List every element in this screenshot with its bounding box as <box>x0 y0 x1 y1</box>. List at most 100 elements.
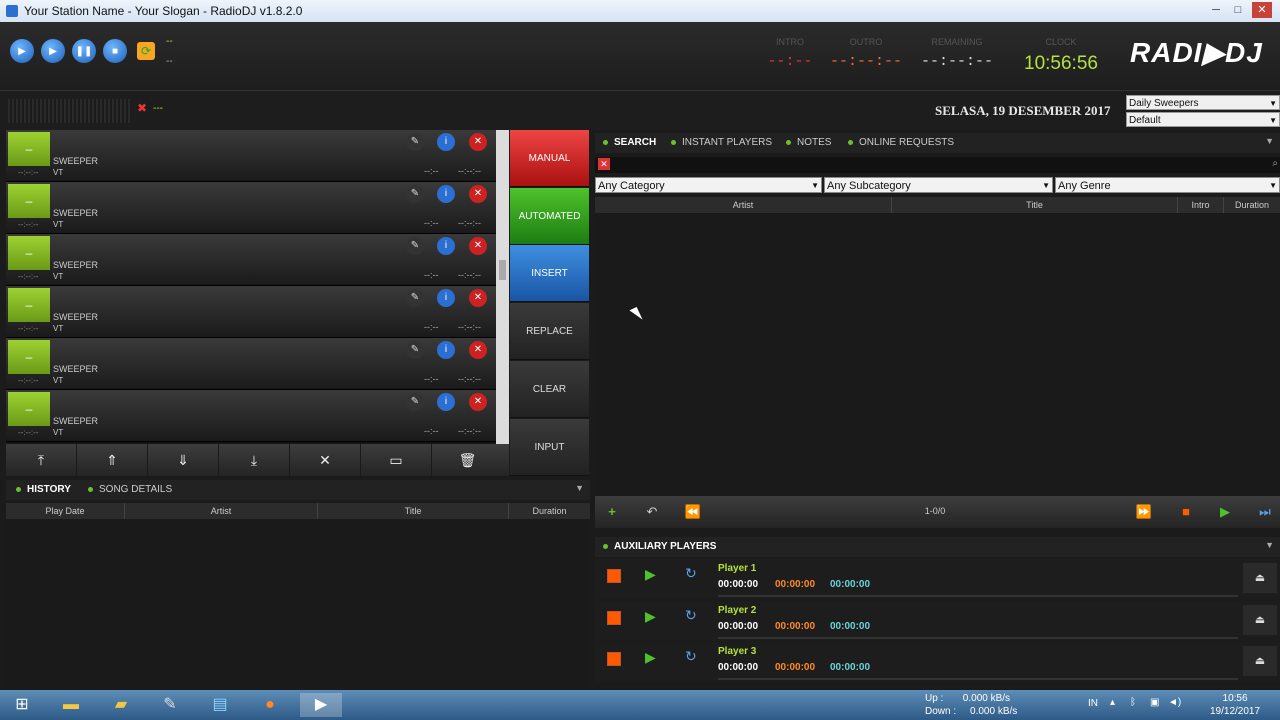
aux-play-button[interactable]: ▶ <box>645 566 656 583</box>
aux-play-button[interactable]: ▶ <box>645 608 656 625</box>
trash-icon[interactable]: 🗑 <box>432 444 503 476</box>
info-icon[interactable]: i <box>437 393 455 411</box>
stop-preview-icon[interactable]: ■ <box>1175 502 1197 522</box>
last-page-icon[interactable]: ⏭ <box>1254 502 1276 522</box>
col-duration[interactable]: Duration <box>1224 197 1280 213</box>
info-icon[interactable]: i <box>437 237 455 255</box>
close-icon[interactable]: ✖ <box>137 101 147 115</box>
category-select[interactable]: Any Category ▼ <box>595 177 822 193</box>
eject-icon[interactable]: ⏏ <box>1243 605 1277 635</box>
aux-loop-button[interactable]: ↻ <box>685 565 697 582</box>
aux-stop-button[interactable] <box>607 652 621 666</box>
manual-button[interactable]: MANUAL <box>510 130 589 187</box>
folder-icon[interactable]: ▭ <box>361 444 432 476</box>
add-icon[interactable]: + <box>601 502 623 522</box>
edit-icon[interactable]: ✎ <box>406 237 424 255</box>
close-window-button[interactable]: ✕ <box>1252 2 1272 18</box>
aux-play-button[interactable]: ▶ <box>645 649 656 666</box>
network-icon[interactable]: ▣ <box>1150 697 1159 708</box>
clear-search-icon[interactable]: ✕ <box>598 158 610 170</box>
aux-loop-button[interactable]: ↻ <box>685 607 697 624</box>
subcategory-select[interactable]: Any Subcategory ▼ <box>824 177 1053 193</box>
play-preview-icon[interactable]: ▶ <box>1214 502 1236 522</box>
tab-instant-players[interactable]: INSTANT PLAYERS <box>671 133 772 153</box>
aux-progress-bar[interactable] <box>718 678 1238 680</box>
playlist-item[interactable]: – --:--:-- SWEEPER VT ✎ i ✕ --:-- --:--:-- <box>6 182 496 234</box>
tab-history[interactable]: HISTORY <box>16 480 71 500</box>
tab-song-details[interactable]: SONG DETAILS <box>88 480 172 500</box>
remove-icon[interactable]: ✕ <box>469 393 487 411</box>
playlist-scrollbar[interactable] <box>496 130 509 444</box>
info-icon[interactable]: i <box>437 185 455 203</box>
shuffle-icon[interactable]: ✕ <box>290 444 361 476</box>
pause-button[interactable]: ❚❚ <box>72 39 96 63</box>
aux-progress-bar[interactable] <box>718 637 1238 639</box>
chevron-down-icon[interactable]: ▼ <box>1265 136 1274 146</box>
document-icon[interactable]: ▤ <box>202 693 238 717</box>
playlist-item[interactable]: – --:--:-- SWEEPER VT ✎ i ✕ --:-- --:--:-- <box>6 234 496 286</box>
move-bottom-icon[interactable]: ⤓ <box>219 444 290 476</box>
aux-loop-button[interactable]: ↻ <box>685 648 697 665</box>
aux-stop-button[interactable] <box>607 569 621 583</box>
remove-icon[interactable]: ✕ <box>469 289 487 307</box>
move-top-icon[interactable]: ⤒ <box>6 444 77 476</box>
stop-button[interactable]: ■ <box>103 39 127 63</box>
info-icon[interactable]: i <box>437 341 455 359</box>
play-button[interactable]: ▶ <box>10 39 34 63</box>
minimize-button[interactable]: ─ <box>1206 2 1226 18</box>
insert-button[interactable]: INSERT <box>510 245 589 302</box>
file-explorer-icon[interactable]: ▬ <box>53 693 89 717</box>
edit-icon[interactable]: ✎ <box>406 341 424 359</box>
move-up-icon[interactable]: ⇑ <box>77 444 148 476</box>
language-indicator[interactable]: IN <box>1088 698 1098 709</box>
playlist-item[interactable]: – --:--:-- SWEEPER VT ✎ i ✕ --:-- --:--:-- <box>6 286 496 338</box>
bluetooth-icon[interactable]: ᛒ <box>1130 697 1136 708</box>
col-title[interactable]: Title <box>318 503 509 519</box>
aux-progress-bar[interactable] <box>718 595 1238 597</box>
sweepers-select[interactable]: Daily Sweepers ▼ <box>1126 95 1280 110</box>
chevron-down-icon[interactable]: ▼ <box>1265 540 1274 550</box>
start-button-icon[interactable]: ⊞ <box>4 693 40 717</box>
eject-icon[interactable]: ⏏ <box>1243 646 1277 676</box>
system-clock[interactable]: 10:56 19/12/2017 <box>1210 692 1260 718</box>
firefox-icon[interactable]: ● <box>252 693 288 717</box>
play-next-button[interactable]: ▶ <box>41 39 65 63</box>
remove-icon[interactable]: ✕ <box>469 237 487 255</box>
col-play-date[interactable]: Play Date <box>6 503 125 519</box>
scrollbar-thumb[interactable] <box>499 260 506 280</box>
input-button[interactable]: INPUT <box>510 419 589 476</box>
tab-notes[interactable]: NOTES <box>786 133 831 153</box>
maximize-button[interactable]: □ <box>1228 2 1248 18</box>
playlist-item[interactable]: – --:--:-- SWEEPER VT ✎ i ✕ --:-- --:--:-- <box>6 130 496 182</box>
tab-search[interactable]: SEARCH <box>603 133 656 153</box>
edit-icon[interactable]: ✎ <box>406 185 424 203</box>
remove-icon[interactable]: ✕ <box>469 133 487 151</box>
edit-icon[interactable]: ✎ <box>406 289 424 307</box>
col-duration[interactable]: Duration <box>509 503 590 519</box>
undo-icon[interactable]: ↶ <box>641 502 663 522</box>
col-artist[interactable]: Artist <box>125 503 318 519</box>
col-artist[interactable]: Artist <box>595 197 892 213</box>
eject-icon[interactable]: ⏏ <box>1243 563 1277 593</box>
edit-icon[interactable]: ✎ <box>406 133 424 151</box>
next-page-icon[interactable]: ⏩ <box>1133 502 1155 522</box>
tray-expand-icon[interactable]: ▴ <box>1110 697 1115 708</box>
col-intro[interactable]: Intro <box>1178 197 1224 213</box>
paint-icon[interactable]: ✎ <box>152 693 188 717</box>
folder-icon[interactable]: ▰ <box>103 693 139 717</box>
edit-icon[interactable]: ✎ <box>406 393 424 411</box>
automated-button[interactable]: AUTOMATED <box>510 188 589 245</box>
genre-select[interactable]: Any Genre ▼ <box>1055 177 1280 193</box>
remove-icon[interactable]: ✕ <box>469 185 487 203</box>
search-input[interactable]: ✕ ⌕ <box>595 157 1280 173</box>
previous-page-icon[interactable]: ⏪ <box>682 502 704 522</box>
aux-stop-button[interactable] <box>607 611 621 625</box>
profile-select[interactable]: Default ▼ <box>1126 112 1280 127</box>
tab-online-requests[interactable]: ONLINE REQUESTS <box>848 133 954 153</box>
replace-button[interactable]: REPLACE <box>510 303 589 360</box>
move-down-icon[interactable]: ⇓ <box>148 444 219 476</box>
clear-button[interactable]: CLEAR <box>510 361 589 418</box>
remove-icon[interactable]: ✕ <box>469 341 487 359</box>
volume-icon[interactable]: ◄) <box>1168 697 1181 708</box>
search-icon[interactable]: ⌕ <box>1272 158 1278 169</box>
